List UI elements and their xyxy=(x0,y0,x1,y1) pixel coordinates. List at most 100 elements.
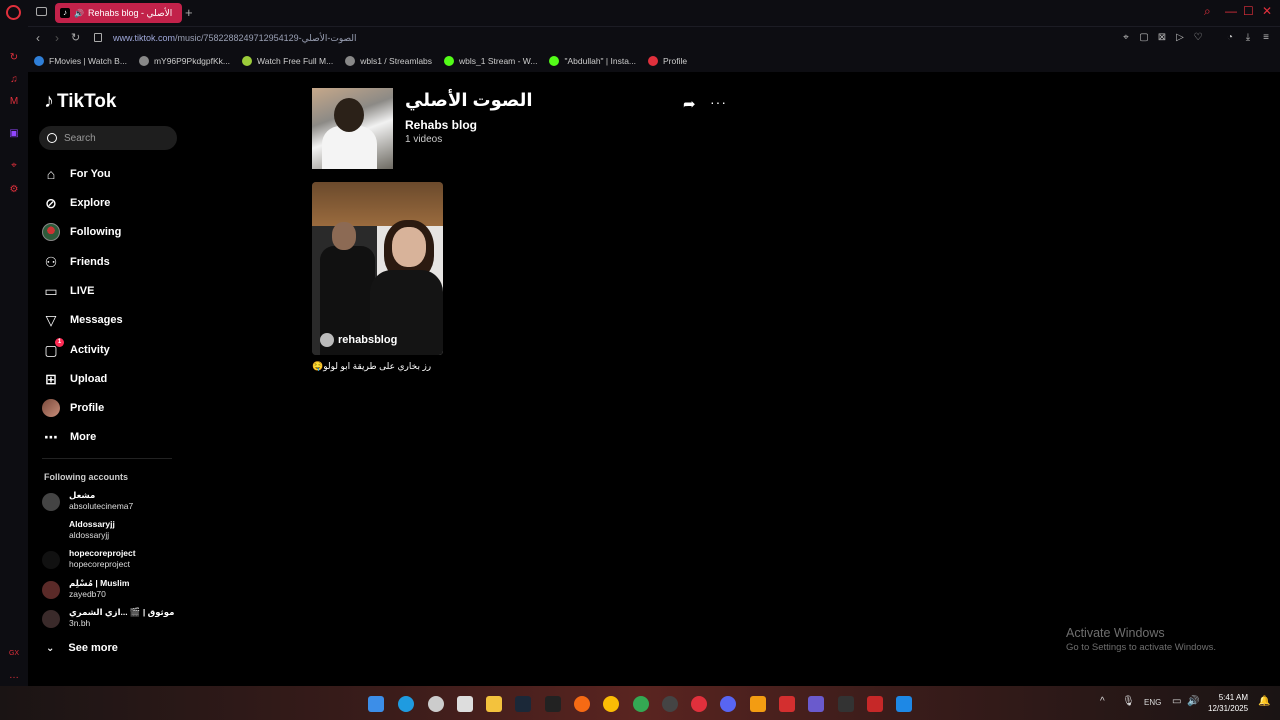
inbox-icon: ▢ 1 xyxy=(42,338,64,359)
share-icon[interactable]: ➦ xyxy=(683,95,701,113)
author-avatar xyxy=(320,333,334,347)
nav-following[interactable]: Following xyxy=(42,222,121,242)
app-red-icon[interactable] xyxy=(779,696,795,712)
search-input[interactable]: Search xyxy=(39,126,177,150)
file-explorer-icon[interactable] xyxy=(486,696,502,712)
nav-live[interactable]: ▭ LIVE xyxy=(42,281,94,301)
media-player-icon[interactable] xyxy=(808,696,824,712)
following-account[interactable]: موثوق | 🎬 ...ازي الشمري 3n.bh xyxy=(42,607,174,629)
reload-button[interactable]: ↻ xyxy=(71,31,80,44)
nav-explore[interactable]: ⊘ Explore xyxy=(42,193,110,213)
account-name: مُسْلِم | Muslim xyxy=(69,578,130,588)
tiktok-logo[interactable]: ♪ TikTok xyxy=(44,90,116,113)
account-avatar xyxy=(42,610,60,628)
video-card[interactable]: rehabsblog xyxy=(312,182,443,355)
nav-profile[interactable]: Profile xyxy=(42,398,104,418)
vlc-icon[interactable] xyxy=(750,696,766,712)
watermark-line1: Activate Windows xyxy=(1066,626,1165,640)
new-tab-button[interactable]: + xyxy=(185,5,193,20)
nav-more[interactable]: ⋯ More xyxy=(42,427,96,447)
chrome-profile-icon[interactable] xyxy=(633,696,649,712)
download-icon[interactable]: ⤓ xyxy=(1242,32,1254,44)
app-red2-icon[interactable] xyxy=(867,696,883,712)
music-author-link[interactable]: Rehabs blog xyxy=(405,118,477,132)
nav-label: More xyxy=(70,431,97,443)
settings-app-icon[interactable] xyxy=(428,696,444,712)
start-icon[interactable] xyxy=(368,696,384,712)
network-icon[interactable]: ▭ xyxy=(1172,696,1181,707)
opera-gx-icon[interactable] xyxy=(691,696,707,712)
minimize-button[interactable]: — xyxy=(1225,4,1237,18)
lock-icon[interactable] xyxy=(94,33,102,42)
maximize-button[interactable]: ☐ xyxy=(1243,4,1254,18)
see-more-button[interactable]: ⌄ See more xyxy=(46,642,118,654)
store-icon[interactable] xyxy=(457,696,473,712)
following-account[interactable]: مُسْلِم | Muslim zayedb70 xyxy=(42,578,129,600)
following-account[interactable]: hopecoreproject hopecoreproject xyxy=(42,548,136,570)
bookmarks-bar: FMovies | Watch B... mY96P9PkdgpfKk... Wat… xyxy=(28,50,1280,72)
more-options-icon[interactable]: ··· xyxy=(710,94,727,110)
snapshot-icon[interactable]: ▢ xyxy=(1138,32,1150,44)
clock-time: 5:41 AM xyxy=(1218,693,1249,702)
nav-upload[interactable]: ⊞ Upload xyxy=(42,369,107,389)
tiktok-note-icon: ♪ xyxy=(44,90,54,112)
search-tabs-icon[interactable]: ⌕ xyxy=(1204,4,1211,19)
opera-logo-icon[interactable] xyxy=(6,5,21,20)
browser-tab-bar: ♪ 🔊 Rehabs blog - الأصلي + ⌕ — ☐ ✕ xyxy=(0,0,1280,26)
player-icon[interactable]: ♫ xyxy=(8,74,20,86)
play-icon[interactable]: ▷ xyxy=(1174,32,1186,44)
history-icon[interactable]: ↻ xyxy=(8,52,20,64)
tray-chevron-icon[interactable]: ^ xyxy=(1100,696,1105,707)
video-author[interactable]: rehabsblog xyxy=(320,333,397,347)
account-handle: zayedb70 xyxy=(69,589,106,599)
chrome-icon[interactable] xyxy=(603,696,619,712)
discord-icon[interactable] xyxy=(720,696,736,712)
language-indicator[interactable]: ENG xyxy=(1144,698,1161,707)
nav-friends[interactable]: ⚇ Friends xyxy=(42,252,110,272)
nav-messages[interactable]: ▽ Messages xyxy=(42,310,123,330)
mail-icon[interactable]: M xyxy=(8,96,20,108)
nav-activity[interactable]: ▢ 1 Activity xyxy=(42,338,110,360)
friends-icon: ⚇ xyxy=(44,253,58,270)
bookmark-heart-icon[interactable]: ♡ xyxy=(1192,32,1204,44)
menu-icon[interactable]: ≡ xyxy=(1260,32,1272,44)
volume-icon[interactable]: 🔊 xyxy=(1187,696,1199,707)
nav-for-you[interactable]: ⌂ For You xyxy=(42,164,111,184)
bookmark-item[interactable]: Watch Free Full M... xyxy=(242,56,333,66)
app-icon[interactable] xyxy=(574,696,590,712)
bookmark-item[interactable]: wbls1 / Streamlabs xyxy=(345,56,432,66)
following-account[interactable]: مشعل absolutecinema7 xyxy=(42,490,133,512)
app-blue-icon[interactable] xyxy=(896,696,912,712)
sidebar-more-icon[interactable]: … xyxy=(8,670,20,682)
steam-icon[interactable] xyxy=(515,696,531,712)
close-button[interactable]: ✕ xyxy=(1262,4,1272,18)
twitch-icon[interactable]: ▣ xyxy=(8,128,20,140)
bookmark-item[interactable]: "Abdullah" | Insta... xyxy=(549,56,636,66)
profile-icon[interactable]: ◔ xyxy=(1224,32,1236,44)
following-account[interactable]: Aldossaryjj aldossaryjj xyxy=(42,519,115,541)
url-field[interactable]: www.tiktok.com/music/7582288249712954129… xyxy=(113,33,357,44)
settings-icon[interactable]: ⚙ xyxy=(8,184,20,196)
epic-games-icon[interactable] xyxy=(545,696,561,712)
chatgpt-icon[interactable] xyxy=(662,696,678,712)
gx-corner-icon[interactable]: GX xyxy=(8,648,20,660)
bookmark-item[interactable]: wbls_1 Stream - W... xyxy=(444,56,537,66)
back-button[interactable]: ‹ xyxy=(36,31,40,45)
forward-button[interactable]: › xyxy=(55,31,59,45)
bookmark-item[interactable]: Profile xyxy=(648,56,687,66)
bookmark-item[interactable]: FMovies | Watch B... xyxy=(34,56,127,66)
browser-tab-active[interactable]: ♪ 🔊 Rehabs blog - الأصلي xyxy=(55,3,182,23)
video-caption[interactable]: رز بخاري على طريقة ابو لولو🤤 xyxy=(312,361,443,372)
edge-icon[interactable] xyxy=(398,696,414,712)
workspaces-icon[interactable] xyxy=(36,7,47,16)
bookmark-item[interactable]: mY96P9PkdgpfKk... xyxy=(138,56,230,66)
notification-icon[interactable]: 🔔 xyxy=(1258,696,1270,707)
pin-page-icon[interactable]: ⌖ xyxy=(1120,32,1132,44)
microphone-icon[interactable]: 🎙 xyxy=(1122,696,1135,707)
adblock-icon[interactable]: ⊠ xyxy=(1156,32,1168,44)
windows-activation-watermark: Activate Windows Go to Settings to activ… xyxy=(1066,626,1216,653)
taskbar-clock[interactable]: 5:41 AM 12/31/2025 xyxy=(1208,692,1248,714)
app-dark-icon[interactable] xyxy=(838,696,854,712)
pin-icon[interactable]: ⌖ xyxy=(8,160,20,172)
speaker-icon[interactable]: 🔊 xyxy=(74,9,84,18)
